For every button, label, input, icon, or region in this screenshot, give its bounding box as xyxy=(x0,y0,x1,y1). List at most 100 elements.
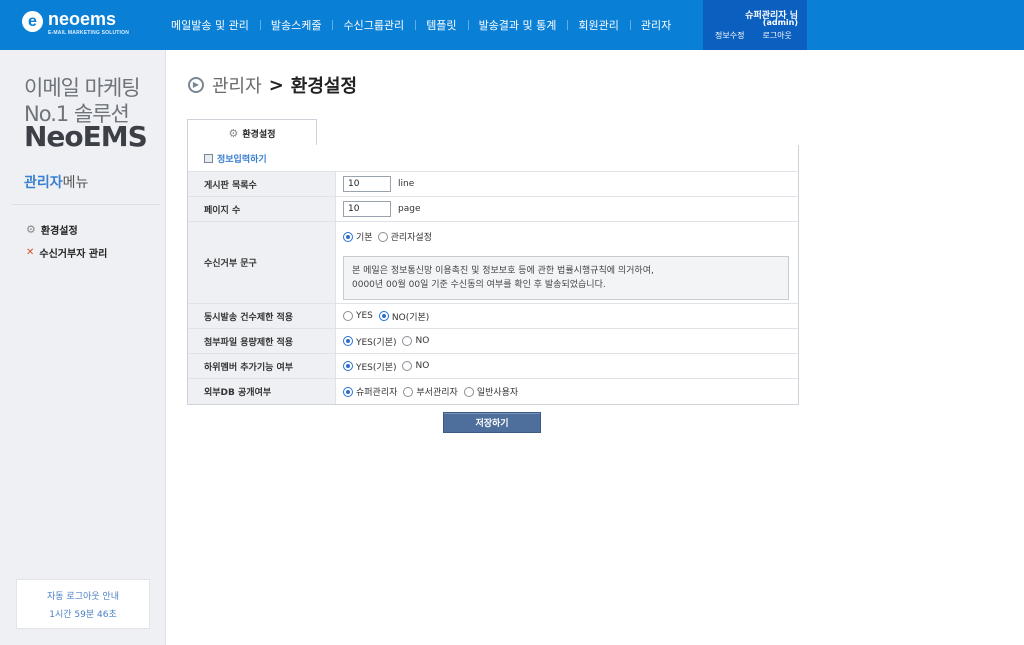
menu-title-rest: 메뉴 xyxy=(62,175,89,191)
user-box: 슈퍼관리자 님 (admin) 정보수정 로그아웃 xyxy=(703,0,807,50)
form-row-submember-feature: 하위멤버 추가기능 여부 YES(기본) NO xyxy=(188,354,798,379)
row-label: 페이지 수 xyxy=(188,197,336,221)
row-value: 슈퍼관리자 부서관리자 일반사용자 xyxy=(336,379,798,404)
page-title: 환경설정 xyxy=(290,76,358,97)
row-label: 외부DB 공개여부 xyxy=(188,379,336,404)
radio-option-default[interactable]: 기본 xyxy=(343,230,373,243)
row-label: 게시판 목록수 xyxy=(188,172,336,196)
slogan-brand: NeoEMS xyxy=(24,120,148,153)
radio-button[interactable] xyxy=(402,336,413,346)
board-list-count-input[interactable] xyxy=(343,176,391,192)
row-value: line xyxy=(336,172,798,196)
sidebar-divider xyxy=(12,204,160,205)
message-line-1: 본 메일은 정보통신망 이용촉진 및 정보보호 등에 관한 법률시행규칙에 의거… xyxy=(352,266,654,276)
sidebar-item-unsubscribers[interactable]: ✕ 수신거부자 관리 xyxy=(26,245,107,260)
radio-option-super-admin[interactable]: 슈퍼관리자 xyxy=(343,385,397,398)
radio-button[interactable] xyxy=(403,386,414,397)
radio-option-dept-admin[interactable]: 부서관리자 xyxy=(403,385,458,398)
row-value: page xyxy=(336,197,798,221)
radio-option-no[interactable]: NO xyxy=(402,336,429,346)
nav-item-schedule[interactable]: 발송스케줄 xyxy=(259,17,333,33)
chevron-right-icon: > xyxy=(268,74,284,96)
radio-button[interactable] xyxy=(343,336,353,346)
nav-item-mail[interactable]: 메일발송 및 관리 xyxy=(160,17,260,33)
nav-item-results[interactable]: 발송결과 및 통계 xyxy=(467,17,568,33)
row-value: YES NO(기본) xyxy=(336,304,798,328)
row-value: 기본 관리자설정 본 메일은 정보통신망 이용촉진 및 정보보호 등에 관한 법… xyxy=(336,222,798,303)
radio-option-no[interactable]: NO xyxy=(402,361,429,371)
form-row-concurrent-limit: 동시발송 건수제한 적용 YES NO(기본) xyxy=(188,304,798,329)
radio-label: YES xyxy=(356,311,373,321)
form-row-unsubscribe-text: 수신거부 문구 기본 관리자설정 본 메일은 정보통신망 이용촉진 및 정보보호… xyxy=(188,222,798,304)
unit-label: line xyxy=(398,179,415,189)
auto-logout-box: 자동 로그아웃 안내 1시간 59분 46초 xyxy=(16,579,150,629)
radio-label: YES(기본) xyxy=(356,337,397,348)
menu-title: 관리자메뉴 xyxy=(24,172,88,192)
play-circle-icon: ▶ xyxy=(188,77,204,93)
sidebar: 이메일 마케팅 No.1 솔루션 NeoEMS 관리자메뉴 ⚙ 환경설정 ✕ 수… xyxy=(0,50,166,645)
radio-button[interactable] xyxy=(402,361,413,371)
radio-label: 일반사용자 xyxy=(476,388,519,398)
nav-item-recipient-groups[interactable]: 수신그룹관리 xyxy=(332,17,415,33)
sidebar-item-label: 수신거부자 관리 xyxy=(39,249,108,260)
edit-profile-link[interactable]: 정보수정 xyxy=(715,30,744,41)
user-links: 정보수정 로그아웃 xyxy=(715,30,792,41)
radio-option-admin-setting[interactable]: 관리자설정 xyxy=(377,230,432,243)
row-value: YES(기본) NO xyxy=(336,354,798,378)
x-icon: ✕ xyxy=(26,247,35,258)
settings-form: 정보입력하기 게시판 목록수 line 페이지 수 page 수신거부 문구 기… xyxy=(187,145,799,405)
row-label: 수신거부 문구 xyxy=(188,222,336,303)
form-row-external-db: 외부DB 공개여부 슈퍼관리자 부서관리자 일반사용자 xyxy=(188,379,798,404)
gear-icon: ⚙ xyxy=(228,126,239,140)
section-header: 정보입력하기 xyxy=(188,145,798,172)
nav-item-admin[interactable]: 관리자 xyxy=(629,17,682,33)
radio-label: NO(기본) xyxy=(391,312,430,323)
radio-label: 관리자설정 xyxy=(390,233,432,243)
row-value: YES(기본) NO xyxy=(336,329,798,353)
radio-label: 기본 xyxy=(356,233,373,243)
page-count-input[interactable] xyxy=(343,201,391,217)
row-label: 첨부파일 용량제한 적용 xyxy=(188,329,336,353)
logout-link[interactable]: 로그아웃 xyxy=(762,30,791,41)
row-label: 하위멤버 추가기능 여부 xyxy=(188,354,336,378)
sidebar-item-label: 환경설정 xyxy=(40,226,78,237)
tab-label: 환경설정 xyxy=(242,129,276,140)
document-icon xyxy=(204,153,213,163)
breadcrumb[interactable]: 관리자 xyxy=(212,72,262,98)
gear-icon: ⚙ xyxy=(26,223,36,236)
unsubscribe-message-box[interactable]: 본 메일은 정보통신망 이용촉진 및 정보보호 등에 관한 법률시행규칙에 의거… xyxy=(343,256,789,300)
row-label: 동시발송 건수제한 적용 xyxy=(188,304,336,328)
radio-label: 슈퍼관리자 xyxy=(356,388,398,398)
radio-button[interactable] xyxy=(343,231,353,242)
radio-group: 기본 관리자설정 xyxy=(343,230,434,243)
radio-button[interactable] xyxy=(463,386,474,397)
page-heading: ▶ 관리자 > 환경설정 xyxy=(188,72,357,98)
radio-button[interactable] xyxy=(377,231,388,242)
save-button[interactable]: 저장하기 xyxy=(443,412,541,433)
logo-tagline: E-MAIL MARKETING SOLUTION xyxy=(48,30,130,36)
radio-option-yes[interactable]: YES xyxy=(343,311,373,321)
nav-item-templates[interactable]: 템플릿 xyxy=(415,17,467,33)
radio-button[interactable] xyxy=(378,311,389,321)
sidebar-item-settings[interactable]: ⚙ 환경설정 xyxy=(26,222,78,237)
nav-item-members[interactable]: 회원관리 xyxy=(567,17,629,33)
form-row-attachment-limit: 첨부파일 용량제한 적용 YES(기본) NO xyxy=(188,329,798,354)
tab-settings[interactable]: ⚙ 환경설정 xyxy=(187,119,317,146)
radio-button[interactable] xyxy=(343,311,353,321)
radio-button[interactable] xyxy=(343,361,353,371)
logo[interactable]: e neoems E-MAIL MARKETING SOLUTION xyxy=(22,8,137,40)
section-label: 정보입력하기 xyxy=(217,154,267,165)
radio-option-yes[interactable]: YES(기본) xyxy=(343,335,396,348)
radio-option-no[interactable]: NO(기본) xyxy=(378,310,430,323)
radio-option-general-user[interactable]: 일반사용자 xyxy=(463,385,519,398)
radio-button[interactable] xyxy=(343,386,353,397)
user-id: (admin) xyxy=(762,18,798,27)
radio-label: NO xyxy=(415,336,430,346)
form-row-page-count: 페이지 수 page xyxy=(188,197,798,222)
main-nav: 메일발송 및 관리 발송스케줄 수신그룹관리 템플릿 발송결과 및 통계 회원관… xyxy=(160,0,682,50)
message-line-2: 0000년 00월 00일 기준 수신동의 여부를 확인 후 발송되었습니다. xyxy=(352,280,606,290)
radio-option-yes[interactable]: YES(기본) xyxy=(343,360,396,373)
top-bar: e neoems E-MAIL MARKETING SOLUTION 메일발송 … xyxy=(0,0,1024,50)
auto-logout-timer: 1시간 59분 46초 xyxy=(49,610,117,620)
unit-label: page xyxy=(398,204,421,214)
